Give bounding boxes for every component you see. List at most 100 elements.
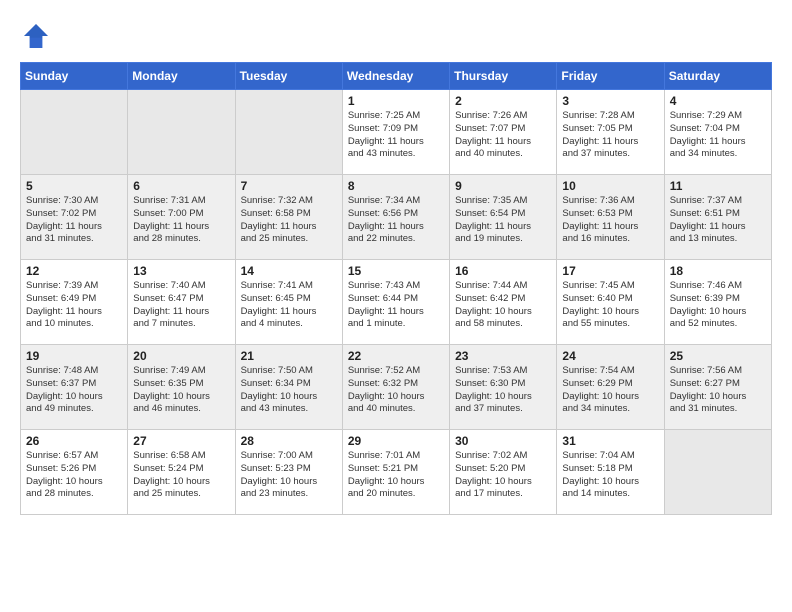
day-info: Sunrise: 7:41 AM Sunset: 6:45 PM Dayligh… bbox=[241, 280, 337, 331]
calendar-cell: 27 Sunrise: 6:58 AM Sunset: 5:24 PM Dayli… bbox=[128, 430, 235, 515]
day-number: 9 bbox=[455, 179, 551, 193]
day-header-wednesday: Wednesday bbox=[342, 63, 449, 90]
day-info: Sunrise: 6:58 AM Sunset: 5:24 PM Dayligh… bbox=[133, 450, 229, 501]
logo bbox=[20, 20, 56, 52]
calendar-cell: 29 Sunrise: 7:01 AM Sunset: 5:21 PM Dayli… bbox=[342, 430, 449, 515]
calendar-cell: 30 Sunrise: 7:02 AM Sunset: 5:20 PM Dayli… bbox=[450, 430, 557, 515]
day-header-thursday: Thursday bbox=[450, 63, 557, 90]
calendar-cell bbox=[664, 430, 771, 515]
calendar-cell: 13Sunrise: 7:40 AM Sunset: 6:47 PM Dayli… bbox=[128, 260, 235, 345]
calendar-cell: 12 Sunrise: 7:39 AM Sunset: 6:49 PM Dayli… bbox=[21, 260, 128, 345]
day-number: 11 bbox=[670, 179, 766, 193]
day-info: Sunrise: 7:49 AM Sunset: 6:35 PM Dayligh… bbox=[133, 365, 229, 416]
day-info: Sunrise: 7:45 AM Sunset: 6:40 PM Dayligh… bbox=[562, 280, 658, 331]
day-info: Sunrise: 7:44 AM Sunset: 6:42 PM Dayligh… bbox=[455, 280, 551, 331]
day-info: Sunrise: 7:30 AM Sunset: 7:02 PM Dayligh… bbox=[26, 195, 122, 246]
day-number: 5 bbox=[26, 179, 122, 193]
day-info: Sunrise: 7:28 AM Sunset: 7:05 PM Dayligh… bbox=[562, 110, 658, 161]
calendar-cell: 7 Sunrise: 7:32 AM Sunset: 6:58 PM Daylig… bbox=[235, 175, 342, 260]
page-header bbox=[20, 20, 772, 52]
day-number: 7 bbox=[241, 179, 337, 193]
day-info: Sunrise: 7:39 AM Sunset: 6:49 PM Dayligh… bbox=[26, 280, 122, 331]
calendar-cell: 1 Sunrise: 7:25 AM Sunset: 7:09 PM Daylig… bbox=[342, 90, 449, 175]
calendar-cell: 10 Sunrise: 7:36 AM Sunset: 6:53 PM Dayli… bbox=[557, 175, 664, 260]
day-number: 26 bbox=[26, 434, 122, 448]
day-info: Sunrise: 7:40 AM Sunset: 6:47 PM Dayligh… bbox=[133, 280, 229, 331]
calendar-cell: 19Sunrise: 7:48 AM Sunset: 6:37 PM Dayli… bbox=[21, 345, 128, 430]
day-number: 18 bbox=[670, 264, 766, 278]
day-info: Sunrise: 7:36 AM Sunset: 6:53 PM Dayligh… bbox=[562, 195, 658, 246]
day-number: 2 bbox=[455, 94, 551, 108]
day-info: Sunrise: 6:57 AM Sunset: 5:26 PM Dayligh… bbox=[26, 450, 122, 501]
day-number: 15 bbox=[348, 264, 444, 278]
day-header-saturday: Saturday bbox=[664, 63, 771, 90]
calendar-cell: 17Sunrise: 7:45 AM Sunset: 6:40 PM Dayli… bbox=[557, 260, 664, 345]
day-info: Sunrise: 7:32 AM Sunset: 6:58 PM Dayligh… bbox=[241, 195, 337, 246]
calendar-cell: 31 Sunrise: 7:04 AM Sunset: 5:18 PM Dayli… bbox=[557, 430, 664, 515]
day-number: 27 bbox=[133, 434, 229, 448]
day-info: Sunrise: 7:01 AM Sunset: 5:21 PM Dayligh… bbox=[348, 450, 444, 501]
calendar-header-row: SundayMondayTuesdayWednesdayThursdayFrid… bbox=[21, 63, 772, 90]
day-info: Sunrise: 7:02 AM Sunset: 5:20 PM Dayligh… bbox=[455, 450, 551, 501]
day-number: 31 bbox=[562, 434, 658, 448]
calendar-week-row: 1 Sunrise: 7:25 AM Sunset: 7:09 PM Daylig… bbox=[21, 90, 772, 175]
calendar-cell: 23 Sunrise: 7:53 AM Sunset: 6:30 PM Dayli… bbox=[450, 345, 557, 430]
day-info: Sunrise: 7:31 AM Sunset: 7:00 PM Dayligh… bbox=[133, 195, 229, 246]
day-info: Sunrise: 7:50 AM Sunset: 6:34 PM Dayligh… bbox=[241, 365, 337, 416]
calendar-table: SundayMondayTuesdayWednesdayThursdayFrid… bbox=[20, 62, 772, 515]
day-number: 21 bbox=[241, 349, 337, 363]
day-info: Sunrise: 7:37 AM Sunset: 6:51 PM Dayligh… bbox=[670, 195, 766, 246]
day-number: 1 bbox=[348, 94, 444, 108]
day-number: 12 bbox=[26, 264, 122, 278]
calendar-week-row: 19Sunrise: 7:48 AM Sunset: 6:37 PM Dayli… bbox=[21, 345, 772, 430]
day-info: Sunrise: 7:56 AM Sunset: 6:27 PM Dayligh… bbox=[670, 365, 766, 416]
day-info: Sunrise: 7:25 AM Sunset: 7:09 PM Dayligh… bbox=[348, 110, 444, 161]
calendar-cell: 11 Sunrise: 7:37 AM Sunset: 6:51 PM Dayli… bbox=[664, 175, 771, 260]
logo-icon bbox=[20, 20, 52, 52]
day-info: Sunrise: 7:53 AM Sunset: 6:30 PM Dayligh… bbox=[455, 365, 551, 416]
day-number: 8 bbox=[348, 179, 444, 193]
calendar-cell: 9 Sunrise: 7:35 AM Sunset: 6:54 PM Daylig… bbox=[450, 175, 557, 260]
day-number: 10 bbox=[562, 179, 658, 193]
calendar-cell: 20 Sunrise: 7:49 AM Sunset: 6:35 PM Dayli… bbox=[128, 345, 235, 430]
day-number: 4 bbox=[670, 94, 766, 108]
day-number: 16 bbox=[455, 264, 551, 278]
calendar-cell bbox=[21, 90, 128, 175]
calendar-cell: 3 Sunrise: 7:28 AM Sunset: 7:05 PM Daylig… bbox=[557, 90, 664, 175]
calendar-week-row: 5 Sunrise: 7:30 AM Sunset: 7:02 PM Daylig… bbox=[21, 175, 772, 260]
day-info: Sunrise: 7:46 AM Sunset: 6:39 PM Dayligh… bbox=[670, 280, 766, 331]
day-info: Sunrise: 7:35 AM Sunset: 6:54 PM Dayligh… bbox=[455, 195, 551, 246]
day-header-friday: Friday bbox=[557, 63, 664, 90]
day-info: Sunrise: 7:04 AM Sunset: 5:18 PM Dayligh… bbox=[562, 450, 658, 501]
day-info: Sunrise: 7:29 AM Sunset: 7:04 PM Dayligh… bbox=[670, 110, 766, 161]
calendar-cell: 16 Sunrise: 7:44 AM Sunset: 6:42 PM Dayli… bbox=[450, 260, 557, 345]
calendar-cell: 25Sunrise: 7:56 AM Sunset: 6:27 PM Dayli… bbox=[664, 345, 771, 430]
day-info: Sunrise: 7:43 AM Sunset: 6:44 PM Dayligh… bbox=[348, 280, 444, 331]
day-header-sunday: Sunday bbox=[21, 63, 128, 90]
calendar-cell: 8 Sunrise: 7:34 AM Sunset: 6:56 PM Daylig… bbox=[342, 175, 449, 260]
calendar-cell: 22 Sunrise: 7:52 AM Sunset: 6:32 PM Dayli… bbox=[342, 345, 449, 430]
day-number: 22 bbox=[348, 349, 444, 363]
calendar-week-row: 12 Sunrise: 7:39 AM Sunset: 6:49 PM Dayli… bbox=[21, 260, 772, 345]
day-info: Sunrise: 7:52 AM Sunset: 6:32 PM Dayligh… bbox=[348, 365, 444, 416]
calendar-cell: 28Sunrise: 7:00 AM Sunset: 5:23 PM Dayli… bbox=[235, 430, 342, 515]
day-header-monday: Monday bbox=[128, 63, 235, 90]
calendar-cell bbox=[128, 90, 235, 175]
day-info: Sunrise: 7:48 AM Sunset: 6:37 PM Dayligh… bbox=[26, 365, 122, 416]
calendar-cell: 15 Sunrise: 7:43 AM Sunset: 6:44 PM Dayli… bbox=[342, 260, 449, 345]
day-number: 3 bbox=[562, 94, 658, 108]
day-number: 28 bbox=[241, 434, 337, 448]
day-info: Sunrise: 7:34 AM Sunset: 6:56 PM Dayligh… bbox=[348, 195, 444, 246]
calendar-cell bbox=[235, 90, 342, 175]
calendar-cell: 26 Sunrise: 6:57 AM Sunset: 5:26 PM Dayli… bbox=[21, 430, 128, 515]
day-number: 29 bbox=[348, 434, 444, 448]
day-number: 24 bbox=[562, 349, 658, 363]
calendar-cell: 21 Sunrise: 7:50 AM Sunset: 6:34 PM Dayli… bbox=[235, 345, 342, 430]
day-number: 23 bbox=[455, 349, 551, 363]
calendar-cell: 24Sunrise: 7:54 AM Sunset: 6:29 PM Dayli… bbox=[557, 345, 664, 430]
calendar-cell: 6 Sunrise: 7:31 AM Sunset: 7:00 PM Daylig… bbox=[128, 175, 235, 260]
calendar-cell: 2Sunrise: 7:26 AM Sunset: 7:07 PM Daylig… bbox=[450, 90, 557, 175]
day-number: 20 bbox=[133, 349, 229, 363]
day-number: 6 bbox=[133, 179, 229, 193]
day-number: 30 bbox=[455, 434, 551, 448]
